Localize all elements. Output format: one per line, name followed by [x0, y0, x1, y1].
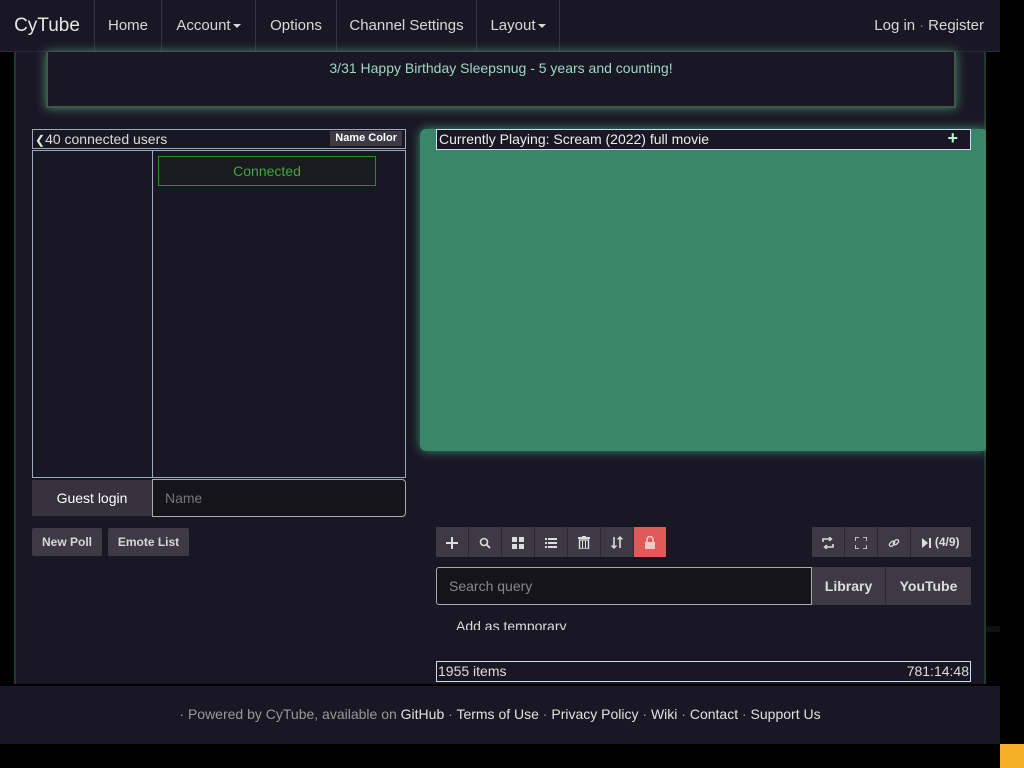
- register-link[interactable]: Register: [928, 17, 984, 34]
- nav-account[interactable]: Account: [162, 0, 256, 52]
- brand-link[interactable]: CyTube: [0, 0, 95, 52]
- caret-down-icon: [537, 24, 546, 29]
- footer-link-wiki[interactable]: Wiki: [651, 706, 677, 722]
- playlist-total-time: 781:14:48: [906, 663, 969, 679]
- lock-playlist-button[interactable]: [634, 527, 666, 557]
- auth-links: Log in · Register: [874, 0, 984, 52]
- link-icon: [888, 538, 900, 547]
- new-poll-button[interactable]: New Poll: [32, 528, 102, 556]
- navbar: CyTube Home Account Options Channel Sett…: [0, 0, 1000, 52]
- search-query-input[interactable]: Search query: [436, 567, 812, 605]
- list-icon: [545, 537, 557, 548]
- playlist-meta: 1955 items 781:14:48: [436, 661, 971, 682]
- footer-link-privacy[interactable]: Privacy Policy: [551, 706, 638, 722]
- connected-message: Connected: [158, 156, 376, 186]
- footer-separator: ·: [642, 706, 648, 722]
- lock-icon: [645, 535, 655, 550]
- page-edge-mark: [986, 626, 1000, 632]
- page-edge: [986, 52, 1000, 686]
- plus-icon[interactable]: +: [947, 129, 958, 148]
- add-temporary-label[interactable]: Add as temporary: [456, 617, 567, 630]
- current-title: Currently Playing: Scream (2022) full mo…: [439, 131, 709, 147]
- footer-link-contact[interactable]: Contact: [690, 706, 738, 722]
- youtube-search-button[interactable]: YouTube: [886, 567, 971, 605]
- media-link-button[interactable]: [878, 527, 911, 557]
- trash-icon: [578, 536, 590, 550]
- current-title-bar: Currently Playing: Scream (2022) full mo…: [436, 129, 971, 150]
- repeat-icon: [822, 536, 834, 550]
- grid-view-button[interactable]: [502, 527, 535, 557]
- nav-channel-settings[interactable]: Channel Settings: [337, 0, 477, 52]
- footer-prefix: · Powered by CyTube, available on: [179, 706, 401, 722]
- guest-login-button[interactable]: Guest login: [32, 480, 152, 516]
- motd: 3/31 Happy Birthday Sleepsnug - 5 years …: [46, 52, 956, 108]
- footer-separator: ·: [448, 706, 453, 722]
- plus-icon: [446, 536, 458, 549]
- grid-icon: [512, 536, 524, 549]
- message-buffer: Connected: [152, 150, 406, 478]
- corner-badge: [1000, 744, 1024, 768]
- nav-home[interactable]: Home: [95, 0, 162, 52]
- voteskip-count: (4/9): [934, 535, 960, 549]
- name-color-button[interactable]: Name Color: [330, 131, 402, 146]
- add-media-button[interactable]: [436, 527, 469, 557]
- footer-separator: ·: [741, 706, 747, 722]
- footer-link-support[interactable]: Support Us: [751, 706, 821, 722]
- usercount: 40 connected users: [45, 131, 168, 147]
- list-view-button[interactable]: [535, 527, 568, 557]
- video-player[interactable]: [420, 129, 988, 451]
- playlist-item-count: 1955 items: [438, 663, 507, 679]
- userlist: [32, 150, 152, 478]
- emote-list-button[interactable]: Emote List: [108, 528, 189, 556]
- footer-separator: ·: [681, 706, 686, 722]
- motd-text: 3/31 Happy Birthday Sleepsnug - 5 years …: [329, 60, 673, 76]
- search-library-button[interactable]: [469, 527, 502, 557]
- footer-separator: ·: [542, 706, 548, 722]
- sort-icon: [611, 536, 623, 550]
- voteskip-button[interactable]: (4/9): [911, 527, 971, 557]
- nav-account-label: Account: [176, 17, 231, 34]
- footer-link-github[interactable]: GitHub: [401, 706, 445, 722]
- clear-playlist-button[interactable]: [568, 527, 601, 557]
- footer-link-terms[interactable]: Terms of Use: [456, 706, 538, 722]
- shuffle-sort-button[interactable]: [601, 527, 634, 557]
- library-search-button[interactable]: Library: [812, 567, 886, 605]
- search-icon: [479, 537, 491, 549]
- footer: · Powered by CyTube, available on GitHub…: [0, 686, 1000, 744]
- nav-layout[interactable]: Layout: [477, 0, 560, 52]
- auth-separator: ·: [919, 17, 925, 34]
- main-wrap: 3/31 Happy Birthday Sleepsnug - 5 years …: [14, 52, 988, 684]
- skip-forward-icon: [922, 537, 932, 548]
- caret-down-icon: [232, 24, 241, 29]
- userlist-header[interactable]: ❮40 connected users Name Color: [32, 129, 406, 149]
- repeat-button[interactable]: [812, 527, 845, 557]
- nav-layout-label: Layout: [490, 17, 536, 34]
- login-link[interactable]: Log in: [874, 17, 915, 34]
- fullscreen-button[interactable]: [845, 527, 878, 557]
- nav-options[interactable]: Options: [256, 0, 337, 52]
- guest-name-input[interactable]: Name: [152, 479, 406, 517]
- fullscreen-icon: [854, 535, 868, 550]
- chevron-down-icon[interactable]: ❮: [35, 131, 45, 149]
